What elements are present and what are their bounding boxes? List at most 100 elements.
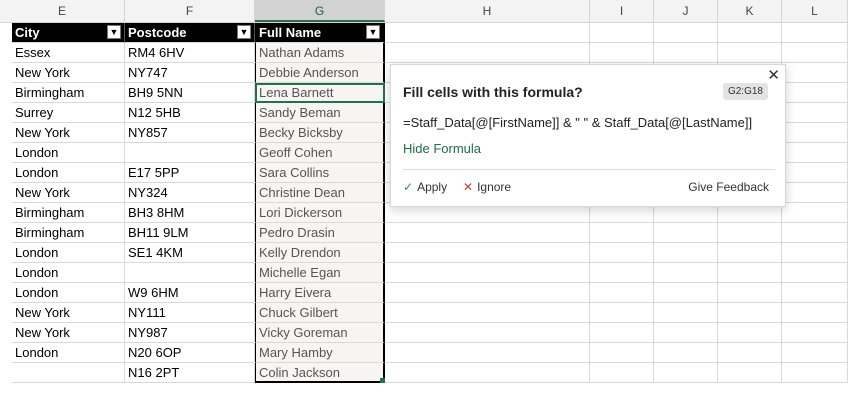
cell-fullname[interactable]: Chuck Gilbert	[255, 303, 385, 323]
empty-cell[interactable]	[718, 243, 782, 263]
hide-formula-link[interactable]: Hide Formula	[403, 141, 481, 156]
cell-postcode[interactable]: W9 6HM	[125, 283, 255, 303]
cell-fullname[interactable]: Harry Eivera	[255, 283, 385, 303]
empty-cell[interactable]	[782, 323, 848, 343]
cell-postcode[interactable]: E17 5PP	[125, 163, 255, 183]
empty-cell[interactable]	[654, 43, 718, 63]
empty-cell[interactable]	[385, 303, 590, 323]
empty-cell[interactable]	[385, 243, 590, 263]
empty-cell[interactable]	[385, 43, 590, 63]
empty-cell[interactable]	[782, 363, 848, 383]
cell-city[interactable]: Birmingham	[12, 203, 125, 223]
cell-fullname[interactable]: Vicky Goreman	[255, 323, 385, 343]
empty-cell[interactable]	[590, 303, 654, 323]
cell-postcode[interactable]: N16 2PT	[125, 363, 255, 383]
cell-postcode[interactable]: NY324	[125, 183, 255, 203]
empty-cell[interactable]	[718, 303, 782, 323]
empty-cell[interactable]	[782, 163, 848, 183]
empty-cell[interactable]	[654, 223, 718, 243]
empty-cell[interactable]	[782, 183, 848, 203]
empty-cell[interactable]	[385, 363, 590, 383]
empty-cell[interactable]	[590, 343, 654, 363]
empty-cell[interactable]	[718, 223, 782, 243]
empty-cell[interactable]	[654, 263, 718, 283]
cell-postcode[interactable]: N20 6OP	[125, 343, 255, 363]
cell-fullname[interactable]: Pedro Drasin	[255, 223, 385, 243]
cell-city[interactable]: Birmingham	[12, 83, 125, 103]
empty-cell[interactable]	[654, 283, 718, 303]
empty-cell[interactable]	[718, 343, 782, 363]
column-header-l[interactable]: L	[782, 0, 848, 22]
cell-city[interactable]: New York	[12, 303, 125, 323]
empty-cell[interactable]	[782, 343, 848, 363]
cell-fullname[interactable]: Kelly Drendon	[255, 243, 385, 263]
empty-cell[interactable]	[385, 343, 590, 363]
empty-cell[interactable]	[782, 23, 848, 43]
empty-cell[interactable]	[590, 283, 654, 303]
cell-postcode[interactable]: N12 5HB	[125, 103, 255, 123]
empty-cell[interactable]	[782, 303, 848, 323]
empty-cell[interactable]	[782, 223, 848, 243]
cell-fullname[interactable]: Nathan Adams	[255, 43, 385, 63]
empty-cell[interactable]	[718, 23, 782, 43]
column-header-e[interactable]: E	[0, 0, 125, 22]
empty-cell[interactable]	[385, 283, 590, 303]
empty-cell[interactable]	[590, 323, 654, 343]
empty-cell[interactable]	[590, 263, 654, 283]
empty-cell[interactable]	[590, 243, 654, 263]
header-city[interactable]: City ▼	[12, 23, 125, 43]
empty-cell[interactable]	[654, 243, 718, 263]
cell-postcode[interactable]	[125, 143, 255, 163]
empty-cell[interactable]	[385, 23, 590, 43]
cell-fullname[interactable]: Debbie Anderson	[255, 63, 385, 83]
column-header-k[interactable]: K	[718, 0, 782, 22]
empty-cell[interactable]	[385, 323, 590, 343]
column-header-f[interactable]: F	[125, 0, 255, 22]
header-fullname[interactable]: Full Name ▼	[255, 23, 385, 43]
column-header-h[interactable]: H	[385, 0, 590, 22]
empty-cell[interactable]	[654, 363, 718, 383]
empty-cell[interactable]	[590, 363, 654, 383]
cell-postcode[interactable]: BH9 5NN	[125, 83, 255, 103]
fill-handle[interactable]	[380, 378, 385, 383]
cell-city[interactable]: London	[12, 343, 125, 363]
empty-cell[interactable]	[590, 43, 654, 63]
filter-dropdown-icon[interactable]: ▼	[366, 25, 380, 39]
empty-cell[interactable]	[654, 323, 718, 343]
empty-cell[interactable]	[590, 23, 654, 43]
cell-postcode[interactable]: BH3 8HM	[125, 203, 255, 223]
cell-city[interactable]: New York	[12, 63, 125, 83]
empty-cell[interactable]	[590, 223, 654, 243]
cell-fullname[interactable]: Mary Hamby	[255, 343, 385, 363]
cell-fullname[interactable]: Colin Jackson	[255, 363, 385, 383]
cell-fullname[interactable]: Michelle Egan	[255, 263, 385, 283]
cell-fullname[interactable]: Sandy Beman	[255, 103, 385, 123]
cell-city[interactable]: New York	[12, 123, 125, 143]
cell-fullname[interactable]: Lena Barnett	[255, 83, 385, 103]
cell-postcode[interactable]: BH11 9LM	[125, 223, 255, 243]
filter-dropdown-icon[interactable]: ▼	[237, 25, 251, 39]
give-feedback-button[interactable]: Give Feedback	[688, 180, 769, 194]
empty-cell[interactable]	[782, 63, 848, 83]
cell-city[interactable]: Essex	[12, 43, 125, 63]
empty-cell[interactable]	[718, 263, 782, 283]
empty-cell[interactable]	[782, 263, 848, 283]
cell-city[interactable]: London	[12, 163, 125, 183]
column-header-j[interactable]: J	[654, 0, 718, 22]
cell-city[interactable]: London	[12, 283, 125, 303]
empty-cell[interactable]	[782, 283, 848, 303]
column-header-i[interactable]: I	[590, 0, 654, 22]
cell-postcode[interactable]: RM4 6HV	[125, 43, 255, 63]
empty-cell[interactable]	[782, 243, 848, 263]
cell-postcode[interactable]: NY747	[125, 63, 255, 83]
cell-fullname[interactable]: Lori Dickerson	[255, 203, 385, 223]
empty-cell[interactable]	[782, 103, 848, 123]
apply-button[interactable]: ✓ Apply	[403, 180, 447, 194]
cell-city[interactable]: London	[12, 263, 125, 283]
cell-postcode[interactable]: NY987	[125, 323, 255, 343]
ignore-button[interactable]: ✕ Ignore	[463, 180, 511, 194]
empty-cell[interactable]	[654, 303, 718, 323]
empty-cell[interactable]	[782, 43, 848, 63]
empty-cell[interactable]	[385, 263, 590, 283]
cell-city[interactable]: Surrey	[12, 103, 125, 123]
